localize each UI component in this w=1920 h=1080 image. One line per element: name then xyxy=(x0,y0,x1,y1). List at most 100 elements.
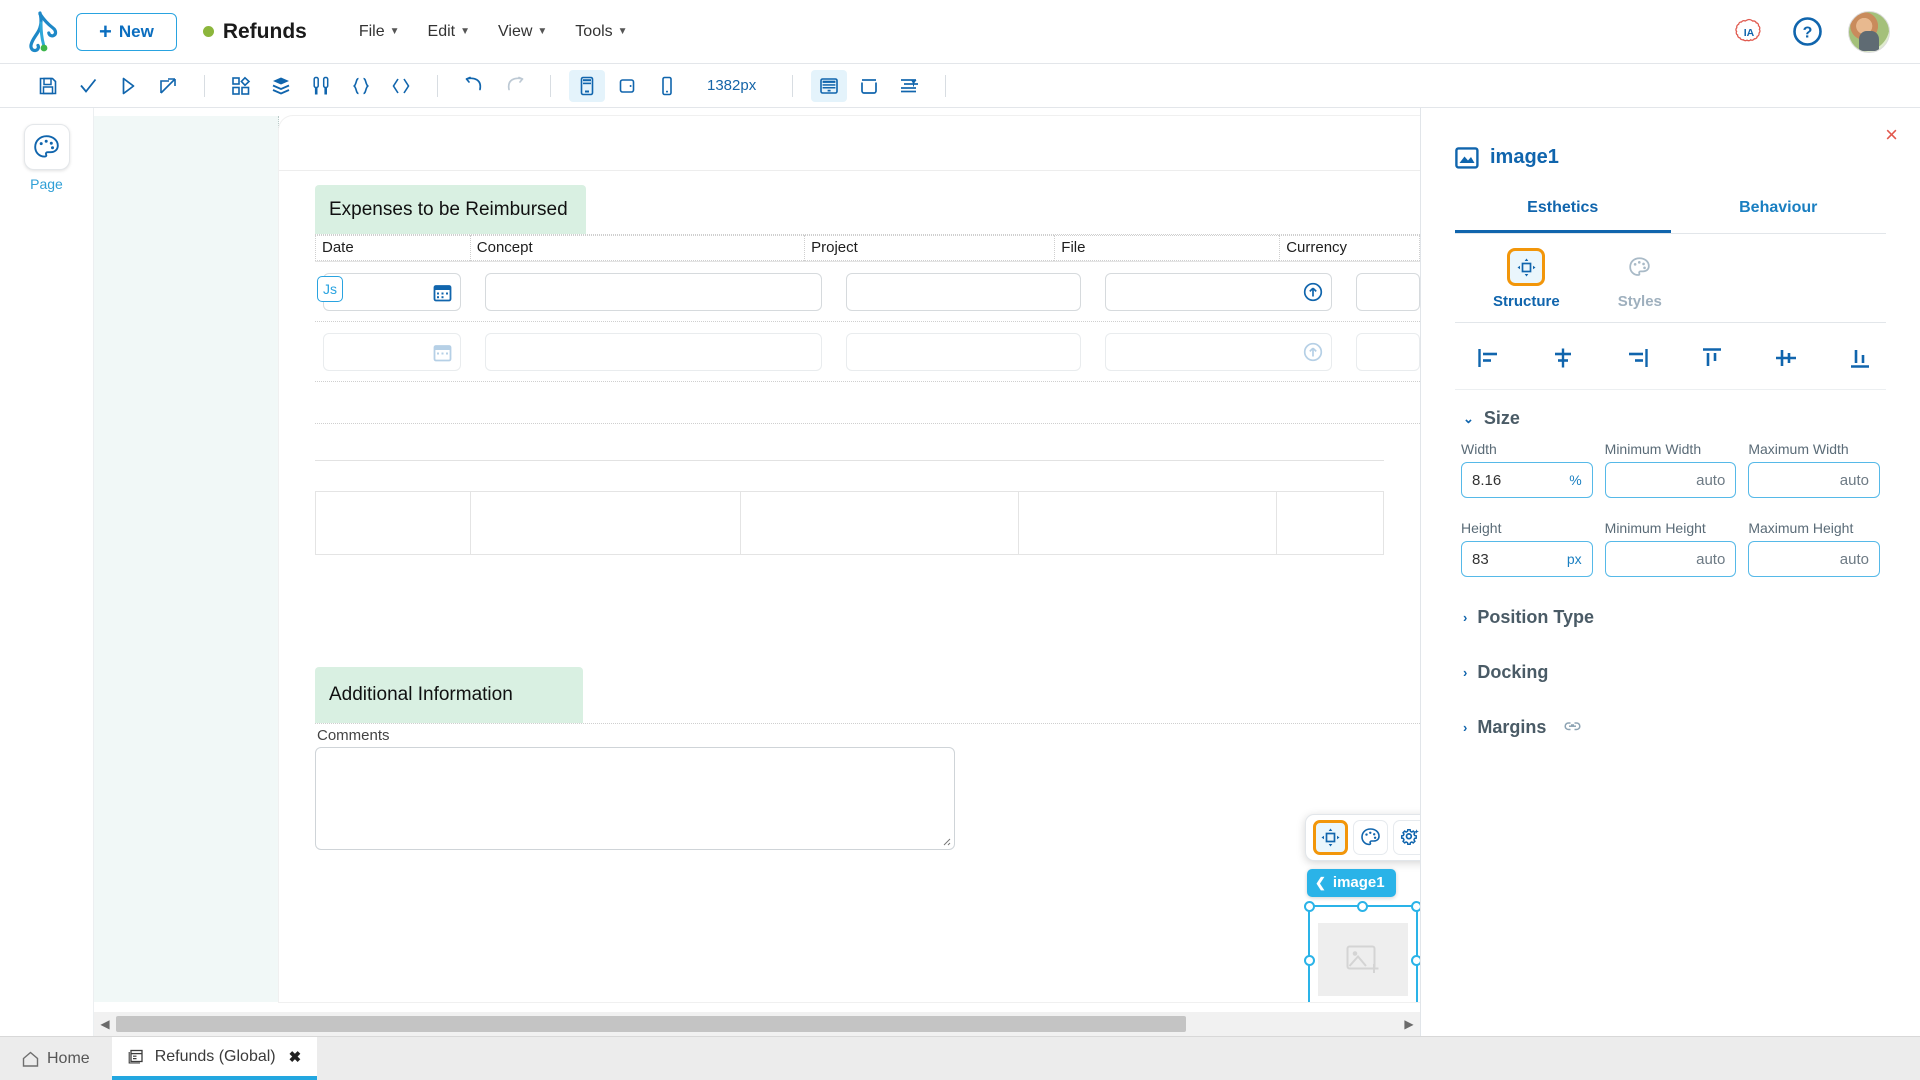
settings-gear-icon[interactable] xyxy=(1393,820,1420,855)
menu-view[interactable]: View ▼ xyxy=(498,23,547,41)
redo-icon[interactable] xyxy=(496,70,532,102)
currency-field[interactable] xyxy=(1355,333,1420,371)
top-bar: + New Refunds File ▼ Edit ▼ View ▼ Tools… xyxy=(0,0,1920,64)
tab-behaviour[interactable]: Behaviour xyxy=(1671,183,1887,233)
funnel-filter-icon[interactable] xyxy=(891,70,927,102)
design-canvas[interactable]: Expenses to be Reimbursed Date Concept P… xyxy=(94,108,1420,1036)
resize-handle-e[interactable] xyxy=(1411,954,1420,966)
menu-tools[interactable]: Tools ▼ xyxy=(575,23,627,41)
date-field[interactable] xyxy=(323,333,462,371)
summary-cell xyxy=(741,492,1019,554)
variables-braces-icon[interactable] xyxy=(343,70,379,102)
viewport-width-label[interactable]: 1382px xyxy=(689,77,774,94)
sidebar-item-page[interactable]: Page xyxy=(23,124,70,192)
align-middle-vertical-icon[interactable] xyxy=(1768,343,1804,373)
deploy-share-icon[interactable] xyxy=(150,70,186,102)
file-field[interactable] xyxy=(1104,333,1332,371)
toolbar-separator xyxy=(204,74,205,97)
styles-palette-icon[interactable] xyxy=(1353,820,1388,855)
js-badge[interactable]: Js xyxy=(317,276,343,302)
desktop-view-icon[interactable] xyxy=(569,69,605,102)
plus-icon: + xyxy=(99,18,112,44)
validate-check-icon[interactable] xyxy=(70,70,106,102)
scrollbar-thumb[interactable] xyxy=(116,1016,1186,1032)
section-position-type-header[interactable]: › Position Type xyxy=(1455,577,1886,640)
structure-icon[interactable] xyxy=(1313,820,1348,855)
bottom-tab-bar: Home Refunds (Global) ✖ xyxy=(0,1036,1920,1080)
app-logo-icon[interactable] xyxy=(20,10,64,54)
panel-subtabs: Structure Styles xyxy=(1455,234,1886,323)
width-input[interactable]: 8.16 % xyxy=(1461,462,1593,498)
help-icon[interactable]: ? xyxy=(1790,15,1824,49)
mobile-view-icon[interactable] xyxy=(649,70,685,102)
max-height-input[interactable]: auto xyxy=(1748,541,1880,577)
subtab-styles-label: Styles xyxy=(1617,293,1662,310)
layout-panel-icon[interactable] xyxy=(811,69,848,102)
section-position-type-label: Position Type xyxy=(1477,607,1595,627)
project-field[interactable] xyxy=(846,333,1081,371)
link-icon[interactable] xyxy=(1564,721,1581,735)
subtab-styles[interactable]: Styles xyxy=(1618,248,1662,322)
table-row[interactable] xyxy=(315,262,1420,322)
align-center-horizontal-icon[interactable] xyxy=(1545,343,1581,373)
close-icon[interactable]: ✖ xyxy=(289,1048,302,1066)
chevron-right-icon: › xyxy=(1463,665,1468,680)
scroll-left-arrow-icon[interactable]: ◀ xyxy=(94,1017,116,1031)
concept-field[interactable] xyxy=(485,273,823,311)
date-field[interactable] xyxy=(323,273,462,311)
menu-edit[interactable]: Edit ▼ xyxy=(428,23,470,41)
resize-handle-ne[interactable] xyxy=(1411,901,1420,912)
project-field[interactable] xyxy=(846,273,1081,311)
table-header-row: Date Concept Project File Currency xyxy=(315,234,1420,262)
container-icon[interactable] xyxy=(851,70,887,102)
tab-esthetics[interactable]: Esthetics xyxy=(1455,183,1671,233)
tablet-view-icon[interactable] xyxy=(609,70,645,102)
chevron-down-icon: ▼ xyxy=(460,26,470,37)
run-play-icon[interactable] xyxy=(110,70,146,102)
max-width-input[interactable]: auto xyxy=(1748,462,1880,498)
currency-field[interactable] xyxy=(1355,273,1420,311)
height-input[interactable]: 83 px xyxy=(1461,541,1593,577)
bottom-tab-home[interactable]: Home xyxy=(0,1037,112,1080)
min-height-input[interactable]: auto xyxy=(1604,541,1737,577)
code-icon[interactable] xyxy=(383,70,419,102)
menu-file[interactable]: File ▼ xyxy=(359,23,400,41)
avatar[interactable] xyxy=(1848,10,1890,53)
ia-assistant-icon[interactable]: IA xyxy=(1732,15,1766,49)
sidebar-item-page-label: Page xyxy=(30,176,63,192)
bottom-tab-refunds[interactable]: Refunds (Global) ✖ xyxy=(111,1037,318,1080)
subtab-structure[interactable]: Structure xyxy=(1493,248,1560,322)
min-width-input[interactable]: auto xyxy=(1604,462,1737,498)
section-size-header[interactable]: ⌄ Size xyxy=(1455,390,1886,441)
scrollbar-track[interactable] xyxy=(116,1016,1398,1032)
align-right-icon[interactable] xyxy=(1619,343,1655,373)
table-row[interactable] xyxy=(315,322,1420,382)
structure-icon xyxy=(1507,248,1546,286)
toolbar-separator xyxy=(550,74,551,97)
components-grid-icon[interactable] xyxy=(223,70,259,102)
layers-stack-icon[interactable] xyxy=(263,70,299,102)
file-field[interactable] xyxy=(1104,273,1332,311)
selection-frame[interactable] xyxy=(1304,901,1420,1002)
align-top-icon[interactable] xyxy=(1694,343,1730,373)
save-icon[interactable] xyxy=(30,70,66,102)
close-icon[interactable]: × xyxy=(1885,124,1898,146)
new-button[interactable]: + New xyxy=(76,12,177,51)
resize-handle-n[interactable] xyxy=(1357,901,1368,912)
resize-handle-nw[interactable] xyxy=(1304,901,1315,912)
panel-title: image1 xyxy=(1490,146,1559,168)
align-bottom-icon[interactable] xyxy=(1842,343,1878,373)
section-docking-header[interactable]: › Docking xyxy=(1455,640,1886,695)
section-margins-header[interactable]: › Margins xyxy=(1455,695,1886,750)
calendar-icon xyxy=(433,344,452,361)
data-sources-icon[interactable] xyxy=(303,70,339,102)
scroll-right-arrow-icon[interactable]: ▶ xyxy=(1398,1017,1420,1031)
comments-textarea[interactable] xyxy=(315,747,955,850)
align-left-icon[interactable] xyxy=(1471,343,1507,373)
concept-field[interactable] xyxy=(485,333,823,371)
canvas-page[interactable]: Expenses to be Reimbursed Date Concept P… xyxy=(279,116,1420,1002)
horizontal-scrollbar[interactable]: ◀ ▶ xyxy=(94,1012,1420,1036)
undo-icon[interactable] xyxy=(456,70,492,102)
element-tag-image1[interactable]: ❮ image1 xyxy=(1307,869,1396,897)
resize-handle-w[interactable] xyxy=(1304,954,1315,966)
